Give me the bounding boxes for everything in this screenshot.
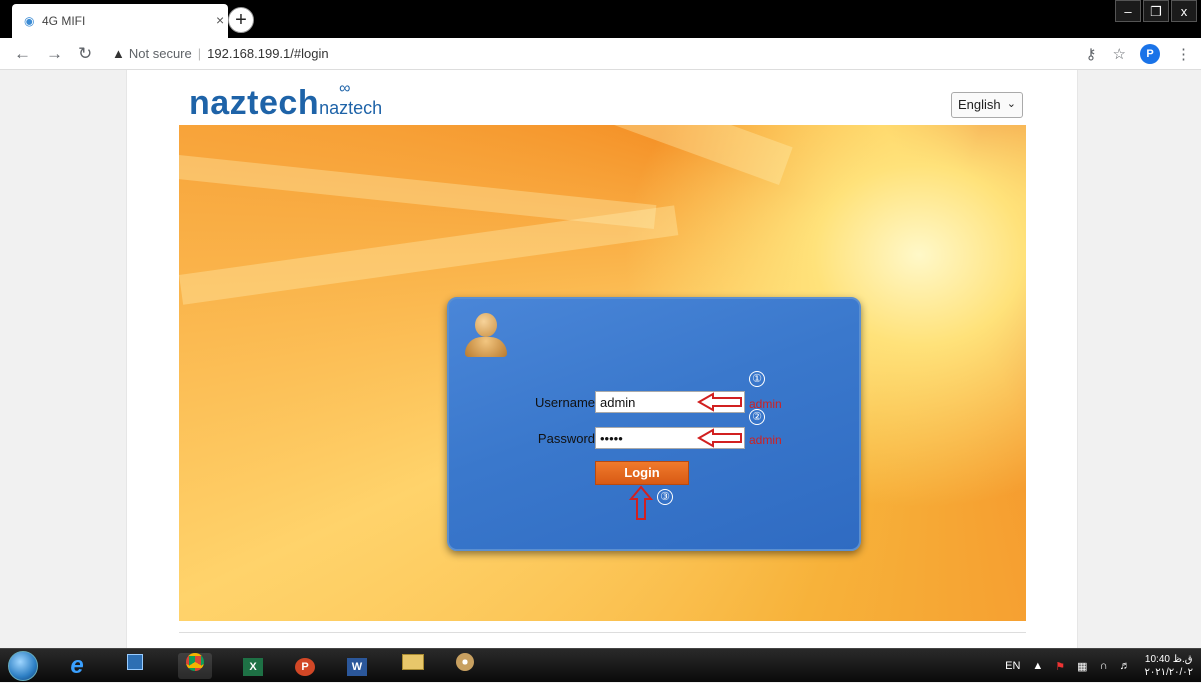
media-player-icon[interactable] <box>118 653 152 679</box>
light-ray <box>179 155 657 230</box>
show-hidden-icons-icon[interactable]: ▲ <box>1032 660 1043 672</box>
left-arrow-annotation-icon <box>697 392 742 412</box>
username-label: Username <box>535 395 595 410</box>
address-bar-actions: ⚷ ☆ P ⋮ <box>1070 44 1191 64</box>
naztech-logo: naztech ∞ naztech <box>189 80 383 123</box>
step-3-marker: ③ <box>657 489 673 505</box>
wifi-icon: ◉ <box>24 14 35 28</box>
logo-sub-label: naztech <box>319 98 383 118</box>
page-content: naztech ∞ naztech English ⌄ ① Username a… <box>126 70 1078 648</box>
address-bar: ← → ↻ ▲ Not secure | 192.168.199.1/#login ⚷… <box>0 38 1201 70</box>
infinity-icon: ∞ <box>339 80 351 97</box>
url-field[interactable]: ▲ Not secure | 192.168.199.1/#login <box>112 46 329 61</box>
word-icon[interactable]: W <box>340 653 374 679</box>
hero-background: ① Username admin ② Password admi <box>179 125 1026 621</box>
username-row: Username admin <box>449 391 863 415</box>
system-tray: EN ▲ ⚑ ▦ ∩ ♬ 10:40 ق.ظ ۲۰۲۱/۲۰/۰۲ <box>993 649 1193 683</box>
logo-main-text: naztech <box>189 84 320 122</box>
warning-icon: ▲ <box>112 46 125 61</box>
language-select[interactable]: English ⌄ <box>951 92 1023 118</box>
paint-icon[interactable] <box>448 653 482 679</box>
clock-time: 10:40 ق.ظ <box>1144 654 1193 665</box>
excel-icon[interactable]: X <box>236 653 270 679</box>
url-separator: | <box>197 46 202 61</box>
up-arrow-annotation-icon <box>629 485 653 520</box>
left-arrow-annotation-icon <box>697 428 742 448</box>
tab-title: 4G MIFI <box>42 14 86 28</box>
key-icon[interactable]: ⚷ <box>1086 45 1097 63</box>
language-selected: English <box>958 97 1001 112</box>
tab-close-button[interactable]: × <box>216 12 224 28</box>
clock[interactable]: 10:40 ق.ظ ۲۰۲۱/۲۰/۰۲ <box>1144 653 1193 679</box>
windows-taskbar: e X P W EN ▲ ⚑ ▦ ∩ ♬ 10:40 ق.ظ ۲۰۲۱/۲۰/۰… <box>0 648 1201 682</box>
volume-icon[interactable]: ♬ <box>1119 660 1130 672</box>
internet-explorer-icon[interactable]: e <box>60 653 94 679</box>
close-window-button[interactable]: x <box>1171 0 1197 22</box>
avatar-body <box>465 337 507 357</box>
new-tab-button[interactable]: + <box>228 7 254 33</box>
powerpoint-icon[interactable]: P <box>288 653 322 679</box>
signal-icon[interactable]: ∩ <box>1100 660 1108 672</box>
password-row: Password admin <box>449 427 863 451</box>
avatar-head <box>475 313 497 337</box>
login-panel: ① Username admin ② Password admi <box>447 297 861 551</box>
browser-tab-bar: ◉ 4G MIFI × + – ❐ x <box>0 0 1201 38</box>
chrome-icon[interactable] <box>178 653 212 679</box>
password-hint: admin <box>749 433 782 447</box>
tab-strip-edge <box>0 0 12 38</box>
window-controls: – ❐ x <box>1113 0 1197 26</box>
forward-arrow-icon[interactable]: → <box>46 44 63 64</box>
restore-button[interactable]: ❐ <box>1143 0 1169 22</box>
reload-icon[interactable]: ↻ <box>78 44 92 64</box>
step-1-marker: ① <box>749 371 765 387</box>
back-arrow-icon[interactable]: ← <box>14 44 31 64</box>
url-text: 192.168.199.1/#login <box>207 46 329 61</box>
profile-avatar[interactable]: P <box>1140 44 1160 64</box>
user-avatar-icon <box>463 313 507 357</box>
browser-tab-active[interactable]: ◉ 4G MIFI × <box>12 4 228 38</box>
minimize-button[interactable]: – <box>1115 0 1141 22</box>
bookmark-star-icon[interactable]: ☆ <box>1113 45 1126 63</box>
file-explorer-icon[interactable] <box>396 653 430 679</box>
logo-sub-text: ∞ naztech <box>319 80 383 118</box>
network-icon[interactable]: ▦ <box>1077 660 1087 673</box>
action-center-flag-icon[interactable]: ⚑ <box>1055 660 1065 673</box>
start-button[interactable] <box>8 651 38 681</box>
clock-date: ۲۰۲۱/۲۰/۰۲ <box>1144 667 1193 678</box>
step-2-marker: ② <box>749 409 765 425</box>
not-secure-label: Not secure <box>128 46 192 61</box>
login-button[interactable]: Login <box>595 461 689 485</box>
footer-divider <box>179 632 1026 633</box>
language-indicator[interactable]: EN <box>1005 660 1020 672</box>
page-viewport: naztech ∞ naztech English ⌄ ① Username a… <box>0 70 1201 648</box>
chevron-down-icon: ⌄ <box>1006 98 1016 110</box>
password-label: Password <box>537 431 595 446</box>
menu-kebab-icon[interactable]: ⋮ <box>1176 45 1191 63</box>
